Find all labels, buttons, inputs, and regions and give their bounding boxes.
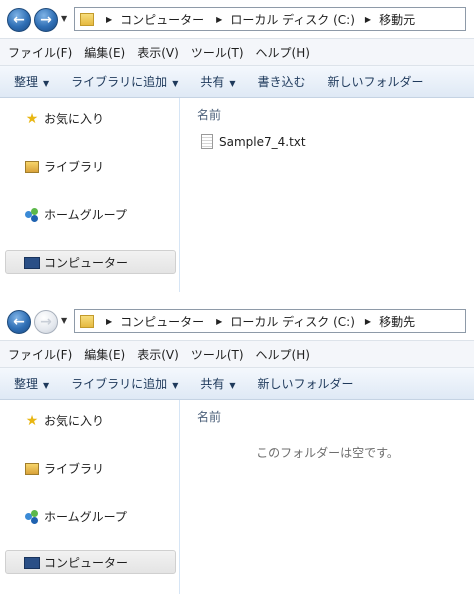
forward-arrow-icon: →: [40, 12, 52, 28]
add-to-library-label: ライブラリに追加: [71, 75, 168, 89]
file-name: Sample7_4.txt: [219, 134, 306, 149]
file-list: 名前 このフォルダーは空です。: [181, 400, 474, 594]
recent-pages-dropdown[interactable]: ▼: [61, 316, 67, 325]
menu-bar: ファイル(F) 編集(E) 表示(V) ツール(T) ヘルプ(H): [0, 340, 474, 368]
breadcrumb-separator-icon[interactable]: ▶: [365, 15, 371, 24]
organize-label: 整理: [14, 75, 39, 89]
star-icon: ★: [25, 110, 39, 127]
breadcrumb-computer[interactable]: コンピューター: [120, 313, 204, 330]
forward-arrow-icon: →: [40, 314, 52, 330]
new-folder-button[interactable]: 新しいフォルダー: [258, 375, 354, 392]
share-button[interactable]: 共有 ▼: [200, 375, 235, 392]
navigation-pane: ★ お気に入り ライブラリ ホームグループ コンピューター: [0, 400, 180, 594]
column-header-name[interactable]: 名前: [197, 106, 221, 123]
breadcrumb-separator-icon[interactable]: ▶: [216, 317, 222, 326]
share-label: 共有: [200, 377, 225, 391]
homegroup-icon: [24, 509, 40, 525]
computer-icon: [24, 255, 40, 271]
file-list: 名前 Sample7_4.txt: [181, 98, 474, 292]
back-arrow-icon: ←: [13, 12, 25, 28]
column-header-name[interactable]: 名前: [197, 408, 221, 425]
add-to-library-button[interactable]: ライブラリに追加 ▼: [71, 375, 178, 392]
navigation-pane: ★ お気に入り ライブラリ ホームグループ コンピューター: [0, 98, 180, 292]
burn-button[interactable]: 書き込む: [258, 73, 306, 90]
breadcrumb-local-disk[interactable]: ローカル ディスク (C:): [230, 11, 355, 28]
breadcrumb-separator-icon[interactable]: ▶: [106, 317, 112, 326]
menu-bar: ファイル(F) 編集(E) 表示(V) ツール(T) ヘルプ(H): [0, 38, 474, 66]
homegroup-icon: [24, 207, 40, 223]
nav-computer[interactable]: コンピューター: [24, 254, 128, 271]
explorer-window-destination: ← → ▼ ▶ コンピューター ▶ ローカル ディスク (C:) ▶ 移動先 フ…: [0, 302, 474, 594]
nav-homegroup-label: ホームグループ: [44, 510, 127, 524]
nav-favorites-label: お気に入り: [44, 112, 105, 126]
address-bar[interactable]: ▶ コンピューター ▶ ローカル ディスク (C:) ▶ 移動元: [74, 7, 466, 31]
chevron-down-icon: ▼: [172, 79, 179, 88]
menu-tools[interactable]: ツール(T): [191, 346, 244, 363]
nav-computer-label: コンピューター: [44, 256, 129, 270]
chevron-down-icon: ▼: [229, 79, 236, 88]
nav-homegroup[interactable]: ホームグループ: [24, 206, 127, 223]
menu-view[interactable]: 表示(V): [137, 346, 179, 363]
library-icon: [24, 159, 40, 175]
nav-favorites[interactable]: ★ お気に入り: [24, 110, 104, 127]
back-arrow-icon: ←: [13, 314, 25, 330]
nav-homegroup-label: ホームグループ: [44, 208, 127, 222]
nav-favorites-label: お気に入り: [44, 414, 105, 428]
nav-computer-label: コンピューター: [44, 556, 129, 570]
forward-button[interactable]: →: [34, 8, 58, 32]
nav-homegroup[interactable]: ホームグループ: [24, 508, 127, 525]
address-bar[interactable]: ▶ コンピューター ▶ ローカル ディスク (C:) ▶ 移動先: [74, 309, 466, 333]
address-row: ← → ▼ ▶ コンピューター ▶ ローカル ディスク (C:) ▶ 移動元: [0, 0, 474, 38]
menu-file[interactable]: ファイル(F): [8, 346, 72, 363]
breadcrumb-computer[interactable]: コンピューター: [120, 11, 204, 28]
nav-computer[interactable]: コンピューター: [24, 554, 128, 571]
new-folder-button[interactable]: 新しいフォルダー: [328, 73, 424, 90]
command-bar: 整理 ▼ ライブラリに追加 ▼ 共有 ▼ 書き込む 新しいフォルダー: [0, 66, 474, 98]
nav-libraries-label: ライブラリ: [44, 160, 105, 174]
star-icon: ★: [25, 412, 39, 429]
text-file-icon: [201, 134, 213, 149]
file-item[interactable]: Sample7_4.txt: [201, 134, 306, 149]
menu-edit[interactable]: 編集(E): [84, 44, 125, 61]
nav-libraries[interactable]: ライブラリ: [24, 158, 104, 175]
organize-button[interactable]: 整理 ▼: [14, 73, 49, 90]
command-bar: 整理 ▼ ライブラリに追加 ▼ 共有 ▼ 新しいフォルダー: [0, 368, 474, 400]
folder-icon: [80, 314, 94, 328]
breadcrumb-separator-icon[interactable]: ▶: [106, 15, 112, 24]
menu-help[interactable]: ヘルプ(H): [256, 44, 310, 61]
menu-view[interactable]: 表示(V): [137, 44, 179, 61]
add-to-library-label: ライブラリに追加: [71, 377, 168, 391]
library-icon: [24, 461, 40, 477]
share-button[interactable]: 共有 ▼: [200, 73, 235, 90]
forward-button[interactable]: →: [34, 310, 58, 334]
address-row: ← → ▼ ▶ コンピューター ▶ ローカル ディスク (C:) ▶ 移動先: [0, 302, 474, 340]
breadcrumb-current-folder[interactable]: 移動先: [379, 313, 415, 330]
chevron-down-icon: ▼: [43, 79, 50, 88]
explorer-window-source: ← → ▼ ▶ コンピューター ▶ ローカル ディスク (C:) ▶ 移動元 フ…: [0, 0, 474, 292]
menu-edit[interactable]: 編集(E): [84, 346, 125, 363]
share-label: 共有: [200, 75, 225, 89]
back-button[interactable]: ←: [7, 310, 31, 334]
chevron-down-icon: ▼: [172, 381, 179, 390]
back-button[interactable]: ←: [7, 8, 31, 32]
add-to-library-button[interactable]: ライブラリに追加 ▼: [71, 73, 178, 90]
breadcrumb-separator-icon[interactable]: ▶: [216, 15, 222, 24]
nav-libraries[interactable]: ライブラリ: [24, 460, 104, 477]
organize-button[interactable]: 整理 ▼: [14, 375, 49, 392]
recent-pages-dropdown[interactable]: ▼: [61, 14, 67, 23]
chevron-down-icon: ▼: [229, 381, 236, 390]
computer-icon: [24, 555, 40, 571]
menu-file[interactable]: ファイル(F): [8, 44, 72, 61]
menu-help[interactable]: ヘルプ(H): [256, 346, 310, 363]
breadcrumb-separator-icon[interactable]: ▶: [365, 317, 371, 326]
nav-libraries-label: ライブラリ: [44, 462, 105, 476]
breadcrumb-local-disk[interactable]: ローカル ディスク (C:): [230, 313, 355, 330]
nav-favorites[interactable]: ★ お気に入り: [24, 412, 104, 429]
breadcrumb-current-folder[interactable]: 移動元: [379, 11, 415, 28]
chevron-down-icon: ▼: [43, 381, 50, 390]
organize-label: 整理: [14, 377, 39, 391]
menu-tools[interactable]: ツール(T): [191, 44, 244, 61]
empty-folder-message: このフォルダーは空です。: [256, 446, 399, 460]
folder-icon: [80, 12, 94, 26]
